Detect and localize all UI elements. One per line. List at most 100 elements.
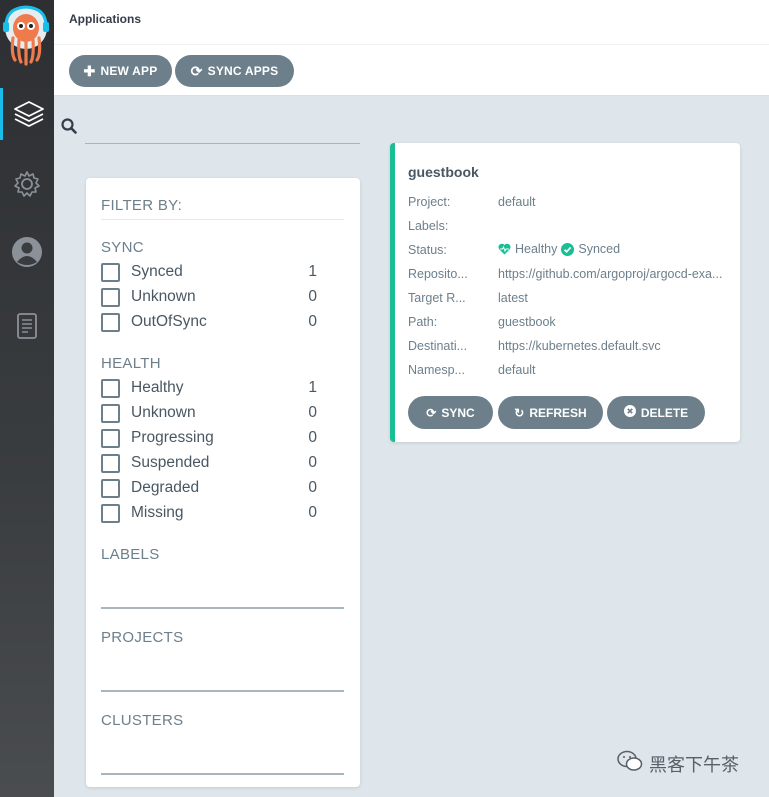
filter-health-healthy[interactable]: Healthy 1 <box>101 378 317 398</box>
filter-count: 0 <box>308 504 317 521</box>
filter-count: 0 <box>308 313 317 330</box>
filter-divider <box>101 219 344 220</box>
filter-sync-synced[interactable]: Synced 1 <box>101 262 317 282</box>
sync-apps-label: SYNC APPS <box>207 64 279 78</box>
new-app-label: NEW APP <box>100 64 158 78</box>
redo-icon: ↻ <box>514 405 525 420</box>
search-underline <box>85 143 360 144</box>
filter-health-unknown[interactable]: Unknown 0 <box>101 403 317 423</box>
target-revision-value: latest <box>498 291 528 305</box>
labels-label: Labels: <box>408 219 449 233</box>
gear-icon <box>12 169 42 199</box>
user-icon <box>11 236 43 268</box>
project-value: default <box>498 195 536 209</box>
filter-health-degraded[interactable]: Degraded 0 <box>101 478 317 498</box>
filter-label: Unknown <box>131 288 196 305</box>
watermark-text: 黑客下午茶 <box>649 754 739 775</box>
plus-icon: ✚ <box>83 63 96 79</box>
filter-label: Missing <box>131 504 184 521</box>
filter-count: 0 <box>308 479 317 496</box>
labels-section-title: LABELS <box>101 546 160 563</box>
delete-button[interactable]: DELETE <box>607 396 705 429</box>
filter-label: Progressing <box>131 429 214 446</box>
refresh-button[interactable]: ↻ REFRESH <box>498 396 603 429</box>
filter-sync-outofsync[interactable]: OutOfSync 0 <box>101 312 317 332</box>
topbar-divider <box>54 44 769 45</box>
watermark: 黑客下午茶 <box>617 750 739 777</box>
search-input[interactable] <box>85 114 360 142</box>
filter-count: 1 <box>308 379 317 396</box>
labels-input[interactable] <box>101 607 344 609</box>
checkbox[interactable] <box>101 378 120 398</box>
path-value: guestbook <box>498 315 556 329</box>
namespace-value: default <box>498 363 536 377</box>
status-value: Healthy Synced <box>498 242 620 256</box>
layers-icon <box>13 99 45 129</box>
projects-section-title: PROJECTS <box>101 629 184 646</box>
argo-logo[interactable] <box>3 4 49 66</box>
filter-label: OutOfSync <box>131 313 207 330</box>
repository-label: Reposito... <box>408 267 468 281</box>
page-title: Applications <box>69 12 142 26</box>
checkbox[interactable] <box>101 403 120 423</box>
sidebar <box>0 0 54 797</box>
sync-status-text: Synced <box>578 242 621 256</box>
health-status-text: Healthy <box>515 242 558 256</box>
filter-title: FILTER BY: <box>101 197 183 214</box>
sidebar-item-docs[interactable] <box>0 300 54 352</box>
filter-label: Healthy <box>131 379 184 396</box>
filter-health-suspended[interactable]: Suspended 0 <box>101 453 317 473</box>
filter-health-progressing[interactable]: Progressing 0 <box>101 428 317 448</box>
app-name: guestbook <box>408 164 479 180</box>
sync-icon: ⟳ <box>426 405 437 420</box>
sidebar-item-user-info[interactable] <box>0 226 54 278</box>
filter-label: Unknown <box>131 404 196 421</box>
checkbox[interactable] <box>101 312 120 332</box>
filter-count: 0 <box>308 454 317 471</box>
wechat-icon <box>617 750 643 777</box>
target-revision-label: Target R... <box>408 291 466 305</box>
delete-label: DELETE <box>640 405 689 420</box>
heart-icon <box>498 243 511 255</box>
top-bar: Applications ✚ NEW APP ⟳ SYNC APPS <box>54 0 769 96</box>
refresh-label: REFRESH <box>529 405 587 420</box>
times-circle-icon <box>623 405 636 420</box>
filter-label: Suspended <box>131 454 210 471</box>
filter-label: Synced <box>131 263 183 280</box>
filter-count: 0 <box>308 404 317 421</box>
checkbox[interactable] <box>101 428 120 448</box>
sync-icon: ⟳ <box>190 63 203 79</box>
checkbox[interactable] <box>101 478 120 498</box>
sidebar-item-applications[interactable] <box>0 88 54 140</box>
sync-label: SYNC <box>441 405 475 420</box>
clusters-section-title: CLUSTERS <box>101 712 184 729</box>
namespace-label: Namesp... <box>408 363 465 377</box>
docs-icon <box>15 312 39 340</box>
sync-apps-button[interactable]: ⟳ SYNC APPS <box>175 55 294 87</box>
checkbox[interactable] <box>101 287 120 307</box>
project-label: Project: <box>408 195 451 209</box>
filter-panel: FILTER BY: SYNC Synced 1 Unknown 0 OutOf… <box>86 178 360 787</box>
check-circle-icon <box>561 242 575 256</box>
new-app-button[interactable]: ✚ NEW APP <box>69 55 172 87</box>
checkbox[interactable] <box>101 262 120 282</box>
search-icon <box>61 118 77 134</box>
filter-label: Degraded <box>131 479 200 496</box>
health-section-title: HEALTH <box>101 355 161 372</box>
projects-input[interactable] <box>101 690 344 692</box>
app-card[interactable]: guestbook Project: default Labels: Statu… <box>390 143 740 442</box>
checkbox[interactable] <box>101 453 120 473</box>
destination-value: https://kubernetes.default.svc <box>498 339 661 353</box>
path-label: Path: <box>408 315 438 329</box>
status-label: Status: <box>408 243 447 257</box>
filter-count: 0 <box>308 288 317 305</box>
filter-health-missing[interactable]: Missing 0 <box>101 503 317 523</box>
filter-sync-unknown[interactable]: Unknown 0 <box>101 287 317 307</box>
checkbox[interactable] <box>101 503 120 523</box>
sync-button[interactable]: ⟳ SYNC <box>408 396 493 429</box>
sidebar-item-settings[interactable] <box>0 158 54 210</box>
repository-value: https://github.com/argoproj/argocd-exa..… <box>498 267 723 281</box>
clusters-input[interactable] <box>101 773 344 775</box>
sync-section-title: SYNC <box>101 239 144 256</box>
destination-label: Destinati... <box>408 339 468 353</box>
